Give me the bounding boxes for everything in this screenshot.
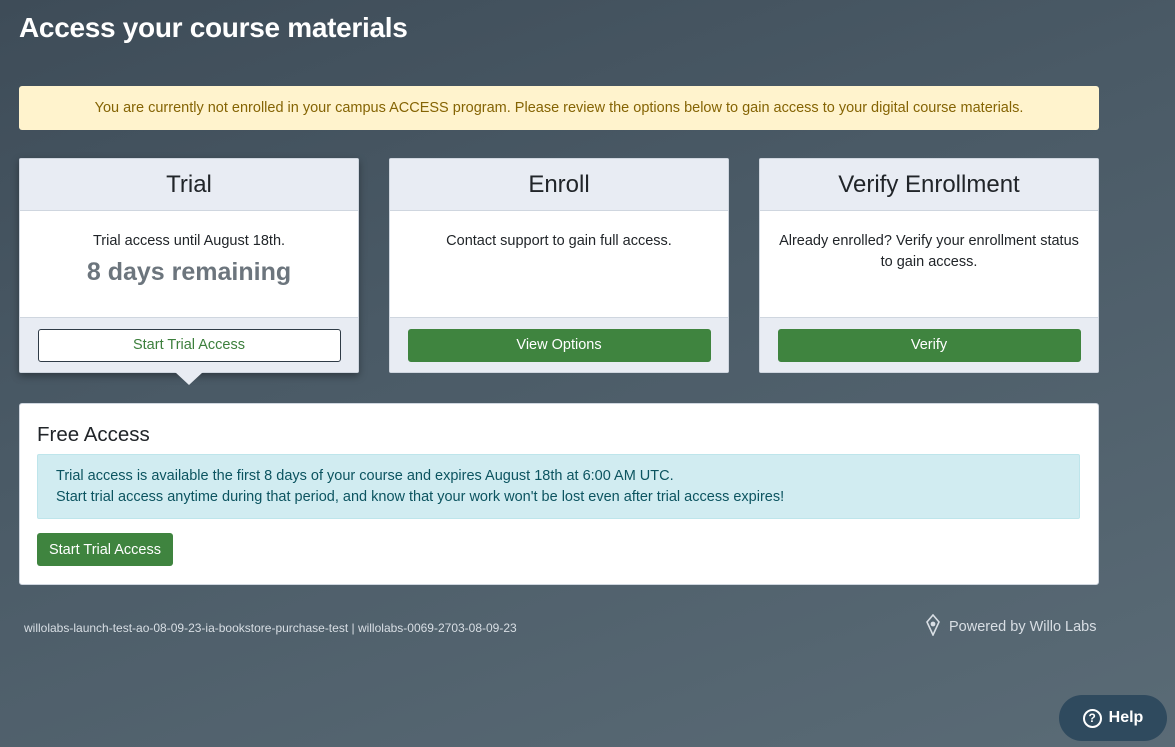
enrollment-alert: You are currently not enrolled in your c…: [19, 86, 1099, 130]
free-access-title: Free Access: [37, 423, 150, 446]
page-title: Access your course materials: [19, 12, 408, 43]
launch-ids-text: willolabs-launch-test-ao-08-09-23-ia-boo…: [24, 621, 517, 635]
enroll-card-title: Enroll: [390, 159, 728, 211]
enrollment-alert-text: You are currently not enrolled in your c…: [94, 100, 1024, 116]
powered-by-text: Powered by Willo Labs: [949, 619, 1097, 635]
powered-by[interactable]: Powered by Willo Labs: [925, 613, 1097, 640]
enroll-card-text: Contact support to gain full access.: [446, 233, 672, 249]
verify-card-title: Verify Enrollment: [760, 159, 1098, 211]
willo-labs-logo-icon: [925, 613, 941, 640]
selected-card-pointer: [175, 372, 203, 385]
verify-card-text: Already enrolled? Verify your enrollment…: [779, 233, 1079, 270]
verify-card[interactable]: Verify Enrollment Already enrolled? Veri…: [759, 158, 1099, 373]
trial-info-box: Trial access is available the first 8 da…: [37, 454, 1080, 519]
verify-button[interactable]: Verify: [777, 328, 1081, 362]
trial-days-remaining: 8 days remaining: [86, 258, 292, 286]
view-options-button[interactable]: View Options: [407, 328, 711, 362]
trial-card-body: Trial access until August 18th. 8 days r…: [20, 211, 358, 317]
trial-card[interactable]: Trial Trial access until August 18th. 8 …: [19, 158, 359, 373]
question-circle-icon: ?: [1082, 708, 1102, 728]
start-trial-card-button[interactable]: Start Trial Access: [37, 328, 341, 362]
verify-card-body: Already enrolled? Verify your enrollment…: [760, 211, 1098, 317]
start-trial-access-button[interactable]: Start Trial Access: [37, 533, 173, 566]
verify-card-footer: Verify: [760, 317, 1098, 372]
help-button[interactable]: ? Help: [1059, 695, 1167, 741]
trial-info-line-2: Start trial access anytime during that p…: [56, 489, 785, 505]
trial-card-footer: Start Trial Access: [20, 317, 358, 372]
enroll-card-body: Contact support to gain full access.: [390, 211, 728, 317]
help-label: Help: [1108, 709, 1144, 726]
trial-info-line-1: Trial access is available the first 8 da…: [56, 468, 674, 484]
free-access-panel: Free Access Trial access is available th…: [19, 403, 1099, 585]
enroll-card-footer: View Options: [390, 317, 728, 372]
trial-card-title: Trial: [20, 159, 358, 211]
enroll-card[interactable]: Enroll Contact support to gain full acce…: [389, 158, 729, 373]
trial-card-text: Trial access until August 18th.: [92, 233, 286, 249]
